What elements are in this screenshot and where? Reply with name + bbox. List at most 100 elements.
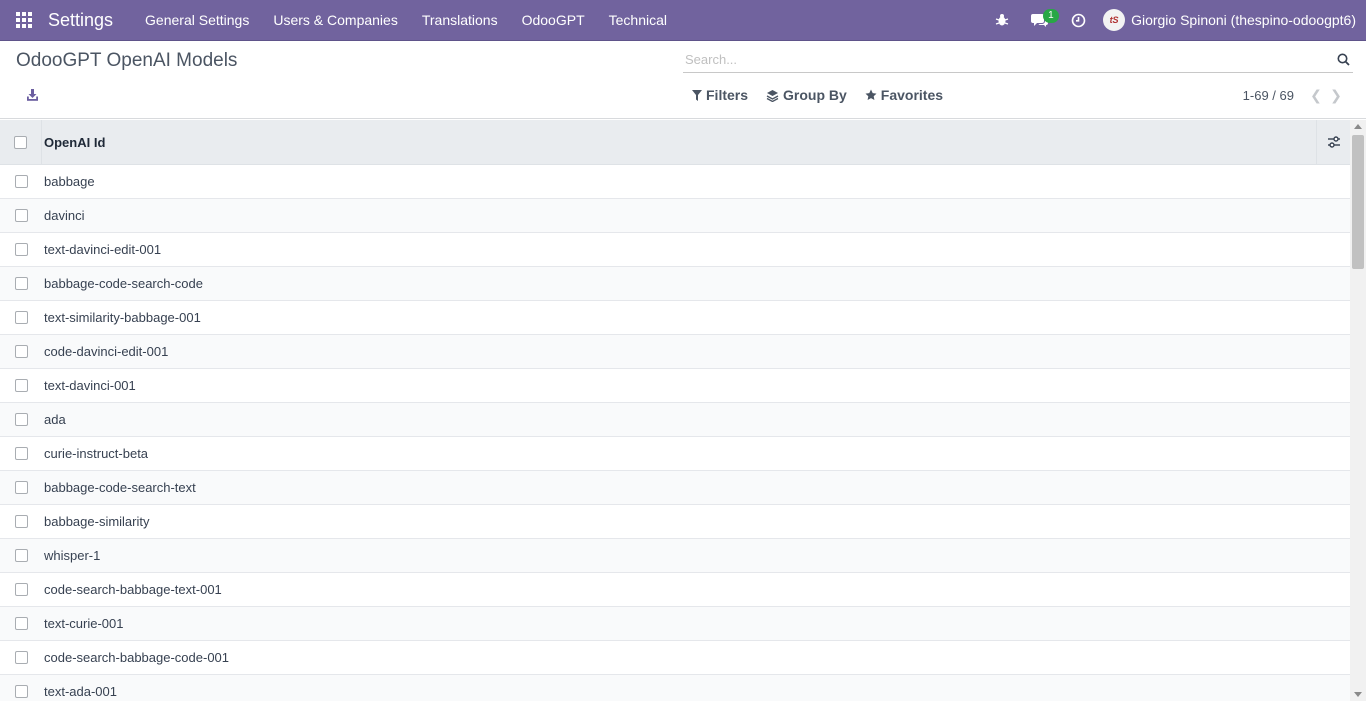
table-row[interactable]: code-davinci-edit-001 <box>0 335 1350 369</box>
scrollbar-thumb[interactable] <box>1352 135 1364 269</box>
table-row[interactable]: babbage-code-search-code <box>0 267 1350 301</box>
menu-translations[interactable]: Translations <box>410 0 510 41</box>
scroll-up-icon[interactable] <box>1354 124 1362 129</box>
openai-id-cell: text-similarity-babbage-001 <box>44 310 201 325</box>
table-row[interactable]: babbage <box>0 165 1350 199</box>
row-checkbox[interactable] <box>14 481 28 494</box>
table-row[interactable]: text-davinci-edit-001 <box>0 233 1350 267</box>
openai-id-cell: code-search-babbage-text-001 <box>44 582 222 597</box>
row-checkbox[interactable] <box>14 549 28 562</box>
row-checkbox-cell <box>0 233 42 266</box>
row-checkbox[interactable] <box>14 379 28 392</box>
chevron-left-icon[interactable]: ❮ <box>1306 87 1326 104</box>
table-row[interactable]: babbage-code-search-text <box>0 471 1350 505</box>
openai-id-cell: babbage-similarity <box>44 514 150 529</box>
row-checkbox[interactable] <box>14 277 28 290</box>
table-row[interactable]: curie-instruct-beta <box>0 437 1350 471</box>
table-row[interactable]: whisper-1 <box>0 539 1350 573</box>
chevron-right-icon[interactable]: ❯ <box>1326 87 1346 104</box>
row-checkbox-cell <box>0 539 42 572</box>
vertical-scrollbar[interactable] <box>1350 120 1366 701</box>
table-row[interactable]: davinci <box>0 199 1350 233</box>
openai-id-cell: babbage-code-search-code <box>44 276 203 291</box>
table-row[interactable]: text-curie-001 <box>0 607 1350 641</box>
navbar-right: 1 tS Giorgio Spinoni (thespino-odoogpt6) <box>983 0 1366 41</box>
row-checkbox[interactable] <box>14 413 28 426</box>
table-row[interactable]: text-ada-001 <box>0 675 1350 701</box>
row-checkbox[interactable] <box>14 447 28 460</box>
messages-badge: 1 <box>1043 8 1059 23</box>
row-checkbox-cell <box>0 403 42 436</box>
row-checkbox[interactable] <box>14 651 28 664</box>
row-checkbox-cell <box>0 573 42 606</box>
row-checkbox-cell <box>0 437 42 470</box>
layers-icon <box>766 89 779 102</box>
row-checkbox-cell <box>0 505 42 538</box>
row-checkbox-cell <box>0 369 42 402</box>
clock-icon[interactable] <box>1059 0 1097 41</box>
groupby-label: Group By <box>783 87 847 103</box>
openai-id-cell: text-davinci-001 <box>44 378 136 393</box>
table-row[interactable]: ada <box>0 403 1350 437</box>
table-row[interactable]: text-davinci-001 <box>0 369 1350 403</box>
openai-id-cell: babbage <box>44 174 95 189</box>
filters-button[interactable]: Filters <box>692 87 748 103</box>
search-bar <box>683 46 1353 73</box>
search-input[interactable] <box>683 51 1333 67</box>
row-checkbox[interactable] <box>14 685 28 698</box>
row-checkbox-cell <box>0 607 42 640</box>
avatar: tS <box>1103 9 1126 31</box>
groupby-button[interactable]: Group By <box>766 87 847 103</box>
download-icon[interactable] <box>24 86 40 102</box>
table-row[interactable]: babbage-similarity <box>0 505 1350 539</box>
favorites-button[interactable]: Favorites <box>865 87 943 103</box>
row-checkbox[interactable] <box>14 243 28 256</box>
table-body: babbage davinci text-davinci-edit-001 ba… <box>0 165 1350 701</box>
row-checkbox-cell <box>0 675 42 701</box>
table-row[interactable]: code-search-babbage-text-001 <box>0 573 1350 607</box>
row-checkbox-cell <box>0 267 42 300</box>
openai-id-cell: text-ada-001 <box>44 684 117 699</box>
star-icon <box>865 89 877 100</box>
app-brand[interactable]: Settings <box>48 10 113 31</box>
table-row[interactable]: text-similarity-babbage-001 <box>0 301 1350 335</box>
openai-id-cell: text-curie-001 <box>44 616 124 631</box>
search-icon[interactable] <box>1333 49 1353 69</box>
row-checkbox-cell <box>0 199 42 232</box>
pager-value[interactable]: 1-69 / 69 <box>1243 88 1294 103</box>
apps-grid-icon[interactable] <box>0 0 48 41</box>
chat-icon[interactable]: 1 <box>1021 0 1059 41</box>
row-checkbox[interactable] <box>14 311 28 324</box>
menu-general-settings[interactable]: General Settings <box>133 0 261 41</box>
menu-users-companies[interactable]: Users & Companies <box>261 0 410 41</box>
menu-odoogpt[interactable]: OdooGPT <box>510 0 597 41</box>
table-row[interactable]: code-search-babbage-code-001 <box>0 641 1350 675</box>
row-checkbox-cell <box>0 165 42 198</box>
menu-technical[interactable]: Technical <box>597 0 679 41</box>
select-all-cell <box>0 120 42 164</box>
row-checkbox[interactable] <box>14 175 28 188</box>
row-checkbox[interactable] <box>14 345 28 358</box>
top-navbar: Settings General Settings Users & Compan… <box>0 0 1366 41</box>
scroll-down-icon[interactable] <box>1354 692 1362 697</box>
row-checkbox-cell <box>0 301 42 334</box>
row-checkbox[interactable] <box>14 617 28 630</box>
filter-icon <box>692 89 702 101</box>
row-checkbox[interactable] <box>14 583 28 596</box>
row-checkbox[interactable] <box>14 209 28 222</box>
column-header-openai-id[interactable]: OpenAI Id <box>42 135 1316 150</box>
select-all-checkbox[interactable] <box>14 135 27 149</box>
bug-icon[interactable] <box>983 0 1021 41</box>
openai-id-cell: curie-instruct-beta <box>44 446 149 461</box>
openai-id-cell: davinci <box>44 208 85 223</box>
openai-id-cell: whisper-1 <box>44 548 101 563</box>
openai-id-cell: babbage-code-search-text <box>44 480 196 495</box>
filters-label: Filters <box>706 87 749 103</box>
user-name: Giorgio Spinoni (thespino-odoogpt6) <box>1131 12 1356 28</box>
filter-bar: Filters Group By Favorites <box>692 87 961 103</box>
row-checkbox-cell <box>0 641 42 674</box>
row-checkbox[interactable] <box>14 515 28 528</box>
user-menu[interactable]: tS Giorgio Spinoni (thespino-odoogpt6) <box>1097 0 1366 41</box>
openai-id-cell: text-davinci-edit-001 <box>44 242 162 257</box>
optional-columns-icon[interactable] <box>1316 120 1350 164</box>
